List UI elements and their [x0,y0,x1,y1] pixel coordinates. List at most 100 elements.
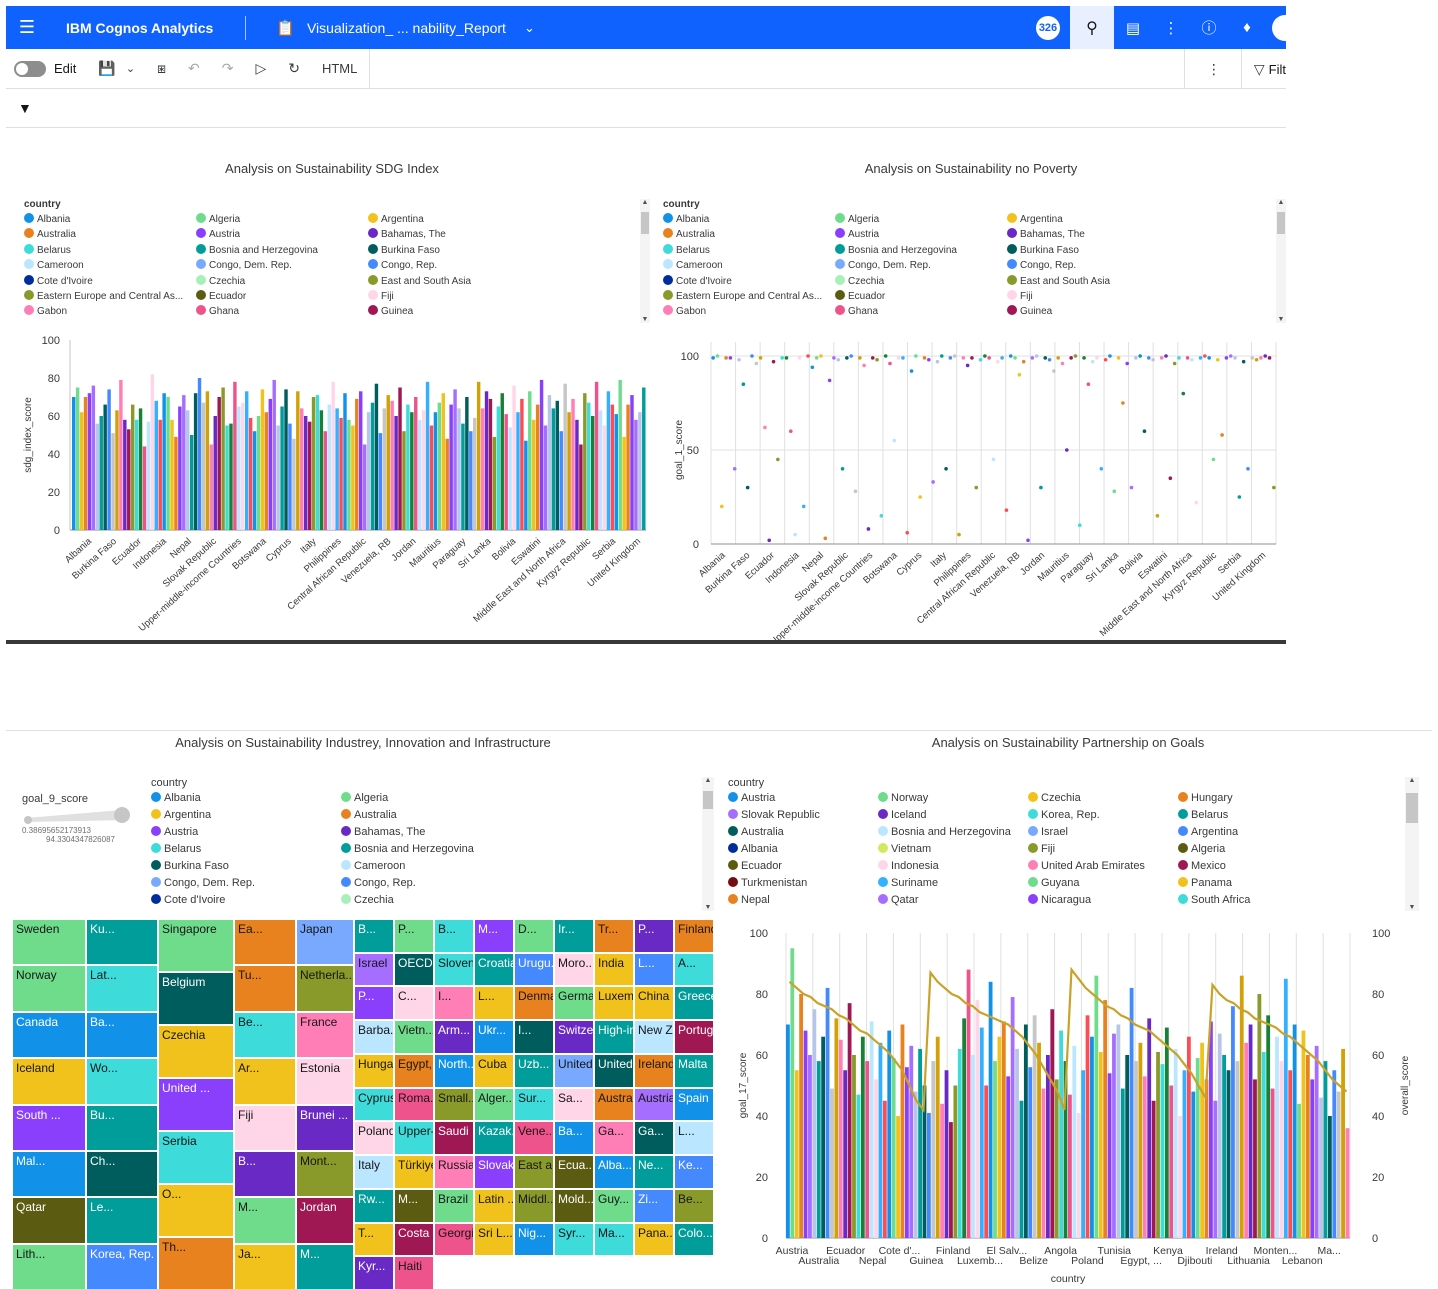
bar[interactable] [571,398,575,530]
scatter-point[interactable] [719,504,724,509]
bar[interactable] [949,1122,953,1238]
bar[interactable] [642,387,646,531]
scatter-point[interactable] [961,356,966,360]
treemap-tile[interactable]: Slovak ... [474,1155,514,1189]
bar[interactable] [138,408,143,530]
bar[interactable] [927,1112,931,1238]
treemap-tile[interactable]: Ir... [554,919,594,953]
sdg-index-bar-chart[interactable]: 020406080100sdg_index_scoreAlbaniaBurkin… [16,328,646,640]
legend-item[interactable]: Gabon [24,305,67,317]
bar[interactable] [237,406,241,531]
scatter-point[interactable] [836,357,841,362]
slider-track[interactable] [22,806,132,826]
bar[interactable] [610,404,615,530]
legend-item[interactable]: East and South Asia [1007,274,1110,287]
treemap-tile[interactable]: Ga... [634,1121,674,1156]
bar[interactable] [465,397,469,530]
treemap-tile[interactable]: Cuba [474,1053,514,1088]
legend-item[interactable]: Guinea [1007,305,1052,317]
bar[interactable] [244,391,249,530]
scroll-up-icon[interactable]: ▲ [640,199,650,206]
scatter-point[interactable] [1000,356,1004,360]
bar[interactable] [1323,1061,1328,1238]
scatter-point[interactable] [965,363,970,368]
treemap-tile[interactable]: Alger... [474,1087,514,1122]
bar[interactable] [1226,1070,1231,1238]
treemap-tile[interactable]: M... [296,1243,354,1289]
notification-count-badge[interactable]: 326 [1036,15,1060,40]
treemap-tile[interactable]: B... [234,1150,296,1198]
scatter-point[interactable] [1177,356,1181,360]
scatter-point[interactable] [862,363,866,368]
bar[interactable] [335,408,339,530]
legend-item[interactable]: Algeria [196,213,240,225]
scatter-point[interactable] [715,354,720,358]
scatter-point[interactable] [1008,354,1013,358]
bar[interactable] [1239,975,1244,1238]
horizontal-scrollbar[interactable] [6,640,1286,644]
bar[interactable] [830,1088,834,1238]
scatter-point[interactable] [1267,356,1272,360]
legend-item[interactable]: Bosnia and Herzegovina [835,243,957,256]
bar[interactable] [598,410,603,530]
scatter-point[interactable] [1237,495,1242,499]
treemap-tile[interactable]: Vietn... [394,1020,434,1054]
bar[interactable] [1023,1024,1028,1239]
treemap-tile[interactable]: P... [394,919,434,953]
legend-item[interactable]: Albania [151,792,201,804]
bar[interactable] [441,393,445,530]
scroll-up-icon[interactable]: ▲ [1405,777,1419,784]
bar[interactable] [1270,1088,1275,1238]
treemap-tile[interactable]: Ja... [234,1243,296,1289]
treemap-tile[interactable]: Middl... [514,1188,554,1223]
treemap-tile[interactable]: Belgium [158,972,234,1025]
bar[interactable] [107,389,111,530]
treemap-tile[interactable]: United St... [554,1053,594,1088]
scatter-point[interactable] [776,457,780,462]
bar[interactable] [1292,1024,1297,1239]
bar[interactable] [606,391,611,530]
treemap-tile[interactable]: Estonia [296,1058,354,1105]
bar[interactable] [984,1085,989,1239]
bar[interactable] [315,395,320,530]
treemap-tile[interactable]: Germany [554,986,594,1021]
bar[interactable] [821,1036,826,1238]
treemap-tile[interactable]: Lith... [12,1243,86,1289]
chart3-legend[interactable]: country Albania Algeria Argentina Australia… [151,777,701,915]
legend-item[interactable]: Algeria [1178,843,1225,855]
scatter-point[interactable] [814,356,819,360]
bar[interactable] [1072,1045,1077,1238]
bar[interactable] [1204,1079,1209,1238]
treemap-tile[interactable]: Mold... [554,1188,594,1223]
bar[interactable] [1314,1045,1319,1238]
bar[interactable] [1147,1018,1152,1238]
legend-item[interactable]: Iceland [878,809,926,821]
bar[interactable] [838,1039,843,1238]
scatter-point[interactable] [754,361,759,366]
treemap-tile[interactable]: M... [474,919,514,953]
scatter-point[interactable] [1082,356,1086,360]
bar[interactable] [189,435,194,530]
scatter-point[interactable] [767,538,772,543]
legend-item[interactable]: Austria [835,228,879,240]
treemap-tile[interactable]: Ar... [234,1058,296,1105]
bar[interactable] [178,406,182,531]
bar[interactable] [860,1036,865,1238]
bar[interactable] [1182,1070,1187,1238]
scatter-point[interactable] [1254,357,1259,362]
bar[interactable] [812,1009,817,1238]
treemap-tile[interactable]: B... [434,919,474,953]
treemap-tile[interactable]: Qatar [12,1197,86,1244]
bar[interactable] [834,1018,839,1238]
legend-item[interactable]: Bahamas, The [341,826,425,838]
scatter-point[interactable] [793,532,797,537]
bar[interactable] [276,425,280,531]
scatter-point[interactable] [1224,356,1229,360]
bar[interactable] [559,431,563,530]
scatter-point[interactable] [1263,354,1268,358]
scatter-point[interactable] [1121,401,1125,405]
scatter-point[interactable] [1099,467,1104,471]
bar[interactable] [154,400,158,530]
scatter-point[interactable] [1228,354,1233,358]
scatter-point[interactable] [771,359,776,364]
